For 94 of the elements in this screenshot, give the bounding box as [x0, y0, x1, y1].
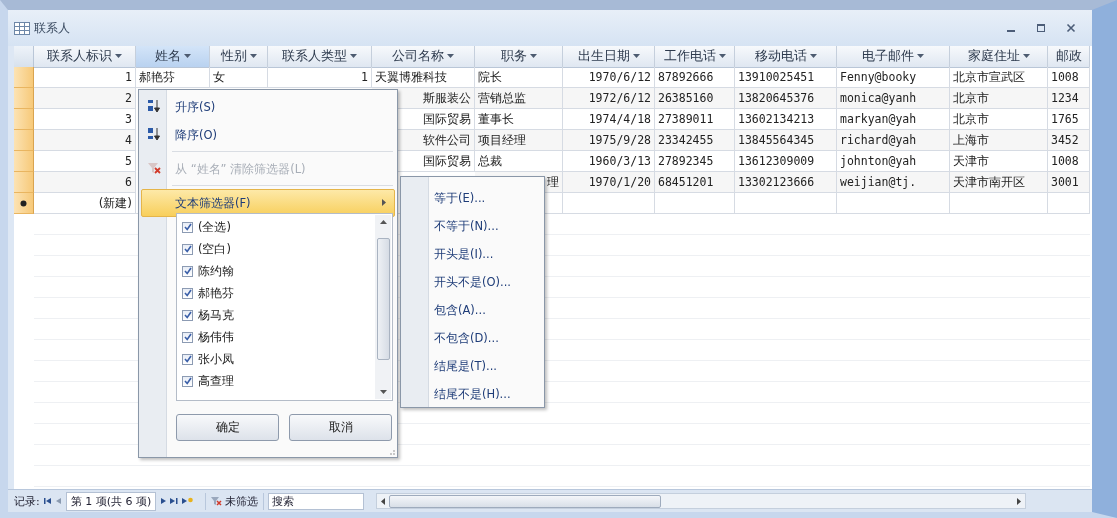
table-cell: 27892345 — [658, 154, 714, 168]
record-label: 记录: — [14, 493, 40, 509]
checkbox-label[interactable]: 杨马克 — [198, 307, 234, 323]
checkbox-label[interactable]: 郝艳芬 — [198, 285, 234, 301]
checkbox-label[interactable]: (全选) — [198, 219, 231, 235]
menu-item[interactable]: 开头是(I)... — [401, 240, 544, 268]
table-cell: 斯服装公 — [423, 89, 471, 107]
table-cell: 院长 — [478, 68, 502, 86]
table-cell: 1 — [361, 70, 368, 84]
table-cell: 1 — [125, 70, 132, 84]
menu-item[interactable]: 降序(O) — [141, 121, 395, 149]
table-cell: 女 — [213, 68, 225, 86]
table-cell: 13612309009 — [738, 154, 815, 168]
checkbox-label[interactable]: 陈约翰 — [198, 263, 234, 279]
table-cell: 1765 — [1051, 112, 1079, 126]
table-cell: 1234 — [1051, 91, 1079, 105]
new-record-label: (新建) — [98, 194, 132, 212]
table-cell: 3 — [125, 112, 132, 126]
table-cell: 23342455 — [658, 133, 714, 147]
table-cell: 13820645376 — [738, 91, 815, 105]
column-header[interactable]: 家庭住址 — [950, 46, 1048, 68]
column-header[interactable]: 性别 — [210, 46, 268, 68]
table-cell: 1972/6/12 — [588, 91, 651, 105]
table-cell: 3001 — [1051, 175, 1079, 189]
checkbox-label[interactable]: 张小凤 — [198, 351, 234, 367]
table-cell: 1008 — [1051, 70, 1079, 84]
checkbox-label[interactable]: (空白) — [198, 241, 231, 257]
table-cell: 2 — [125, 91, 132, 105]
table-cell: 总裁 — [478, 152, 502, 170]
table-cell: weijian@tj. — [840, 175, 917, 189]
table-cell: 4 — [125, 133, 132, 147]
table-cell: richard@yah — [840, 133, 917, 147]
table-cell: 郝艳芬 — [139, 68, 175, 86]
table-cell: 6 — [125, 175, 132, 189]
menu-item[interactable]: 不包含(D)... — [401, 324, 544, 352]
table-cell: monica@yanh — [840, 91, 917, 105]
table-cell: 1974/4/18 — [588, 112, 651, 126]
column-header[interactable]: 出生日期 — [563, 46, 655, 68]
menu-item[interactable]: 等于(E)... — [401, 184, 544, 212]
column-header[interactable]: 联系人标识 — [34, 46, 136, 68]
table-cell: markyan@yah — [840, 112, 917, 126]
table-cell: 国际贸易 — [423, 110, 471, 128]
table-cell: 软件公司 — [423, 131, 471, 149]
table-cell: 国际贸易 — [423, 152, 471, 170]
menu-item[interactable]: 包含(A)... — [401, 296, 544, 324]
window-title: 联系人 — [34, 19, 70, 37]
table-cell: 天津市南开区 — [953, 173, 1025, 191]
table-cell: 3452 — [1051, 133, 1079, 147]
menu-item[interactable]: 不等于(N)... — [401, 212, 544, 240]
table-cell: 13910025451 — [738, 70, 815, 84]
column-header[interactable]: 姓名 — [136, 46, 210, 68]
table-cell: 13302123666 — [738, 175, 815, 189]
checkbox-label[interactable]: 杨伟伟 — [198, 329, 234, 345]
table-cell: 北京市 — [953, 110, 989, 128]
column-header[interactable]: 职务 — [475, 46, 563, 68]
table-cell: 26385160 — [658, 91, 714, 105]
table-cell: 5 — [125, 154, 132, 168]
table-cell: 董事长 — [478, 110, 514, 128]
menu-item[interactable]: 结尾是(T)... — [401, 352, 544, 380]
menu-item[interactable]: 升序(S) — [141, 93, 395, 121]
table-cell: 北京市 — [953, 89, 989, 107]
table-cell: 87892666 — [658, 70, 714, 84]
table-cell: 上海市 — [953, 131, 989, 149]
column-header[interactable]: 邮政 — [1048, 46, 1090, 68]
table-cell: 天津市 — [953, 152, 989, 170]
table-cell: 项目经理 — [478, 131, 526, 149]
table-cell: 营销总监 — [478, 89, 526, 107]
cancel-button[interactable]: 取消 — [289, 414, 392, 441]
table-cell: 68451201 — [658, 175, 714, 189]
table-cell: Fenny@booky — [840, 70, 917, 84]
ok-button[interactable]: 确定 — [176, 414, 279, 441]
search-field[interactable]: 搜索 — [268, 492, 365, 510]
column-header[interactable]: 工作电话 — [655, 46, 735, 68]
table-cell: 13602134213 — [738, 112, 815, 126]
column-header[interactable]: 公司名称 — [372, 46, 475, 68]
table-cell: 北京市宣武区 — [953, 68, 1025, 86]
record-position-field[interactable]: 第 1 项(共 6 项) — [65, 491, 157, 511]
column-header[interactable]: 移动电话 — [735, 46, 837, 68]
column-header[interactable]: 联系人类型 — [268, 46, 372, 68]
menu-item[interactable]: 结尾不是(H)... — [401, 380, 544, 408]
table-cell: 13845564345 — [738, 133, 815, 147]
table-cell: 天翼博雅科技 — [375, 68, 447, 86]
table-cell: 理 — [547, 173, 559, 191]
column-header[interactable]: 电子邮件 — [837, 46, 950, 68]
table-cell: 1008 — [1051, 154, 1079, 168]
table-cell: 1960/3/13 — [588, 154, 651, 168]
table-cell: 1970/1/20 — [588, 175, 651, 189]
table-cell: 27389011 — [658, 112, 714, 126]
checkbox-label[interactable]: 高查理 — [198, 373, 234, 389]
table-cell: 1975/9/28 — [588, 133, 651, 147]
filter-toggle[interactable]: 未筛选 — [205, 492, 265, 510]
menu-item[interactable]: 开头不是(O)... — [401, 268, 544, 296]
table-cell: johnton@yah — [840, 154, 917, 168]
table-cell: 1970/6/12 — [588, 70, 651, 84]
